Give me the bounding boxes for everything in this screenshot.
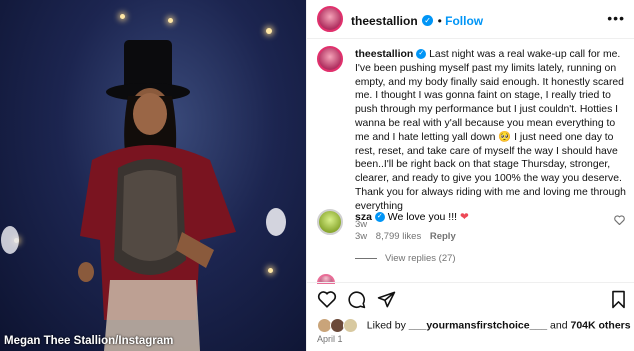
heart-icon[interactable] bbox=[317, 290, 337, 308]
comment-icon[interactable] bbox=[347, 290, 366, 309]
caption-avatar[interactable] bbox=[317, 46, 343, 72]
post-side-panel: theestallion ✓ • Follow ••• theestallion… bbox=[306, 0, 634, 351]
comment-meta: 3w 8,799 likes Reply bbox=[355, 231, 456, 242]
bookmark-icon[interactable] bbox=[610, 290, 627, 309]
verified-icon: ✓ bbox=[374, 212, 385, 223]
caption-text-part1: Last night was a real wake-up call for m… bbox=[355, 49, 624, 143]
photo-credit: Megan Thee Stallion/Instagram bbox=[4, 335, 174, 347]
comment-username[interactable]: sza bbox=[355, 211, 372, 223]
follow-button[interactable]: Follow bbox=[445, 14, 483, 28]
likes-summary: Liked by ___yourmansfirstchoice___ and 7… bbox=[317, 318, 631, 333]
likes-user[interactable]: ___yourmansfirstchoice___ bbox=[409, 319, 547, 331]
verified-icon: ✓ bbox=[422, 15, 434, 27]
liker-avatar bbox=[342, 318, 358, 333]
post-caption: theestallion ✓ Last night was a real wak… bbox=[355, 48, 627, 231]
divider bbox=[307, 282, 634, 283]
post-header: theestallion ✓ • Follow ••• bbox=[307, 0, 634, 39]
post-date: April 1 bbox=[317, 334, 343, 344]
likes-count[interactable]: 704K others bbox=[570, 319, 630, 331]
comment-likes[interactable]: 8,799 likes bbox=[376, 231, 421, 242]
red-heart-emoji-icon: ❤ bbox=[459, 211, 469, 223]
comment-body: sza ✓ We love you !!! ❤ bbox=[355, 211, 469, 223]
comment-avatar[interactable] bbox=[317, 209, 343, 235]
reply-button[interactable]: Reply bbox=[430, 231, 456, 242]
avatar[interactable] bbox=[317, 6, 343, 32]
verified-icon: ✓ bbox=[416, 49, 427, 60]
pleading-emoji-icon: 🥺 bbox=[498, 131, 512, 143]
likes-middle: and bbox=[547, 319, 571, 332]
post-photo[interactable]: Megan Thee Stallion/Instagram bbox=[0, 0, 306, 351]
view-replies-line bbox=[355, 257, 377, 259]
comment-text: We love you !!! bbox=[387, 211, 458, 223]
likes-prefix: Liked by bbox=[366, 319, 409, 332]
more-options-icon[interactable]: ••• bbox=[607, 10, 625, 26]
caption-text-part2: I just need one day to rest, reset, and … bbox=[355, 131, 626, 212]
share-icon[interactable] bbox=[377, 290, 396, 309]
view-replies[interactable]: View replies (27) bbox=[355, 253, 456, 264]
caption-username[interactable]: theestallion bbox=[355, 48, 413, 60]
separator-dot: • bbox=[437, 14, 446, 28]
comment-like-heart-icon[interactable] bbox=[614, 215, 625, 225]
view-replies-label[interactable]: View replies (27) bbox=[385, 253, 456, 264]
header-user: theestallion ✓ • Follow bbox=[351, 12, 483, 30]
header-username[interactable]: theestallion bbox=[351, 14, 418, 28]
performer-illustration bbox=[1, 40, 286, 351]
action-bar bbox=[317, 290, 627, 310]
comment-time: 3w bbox=[355, 231, 368, 242]
